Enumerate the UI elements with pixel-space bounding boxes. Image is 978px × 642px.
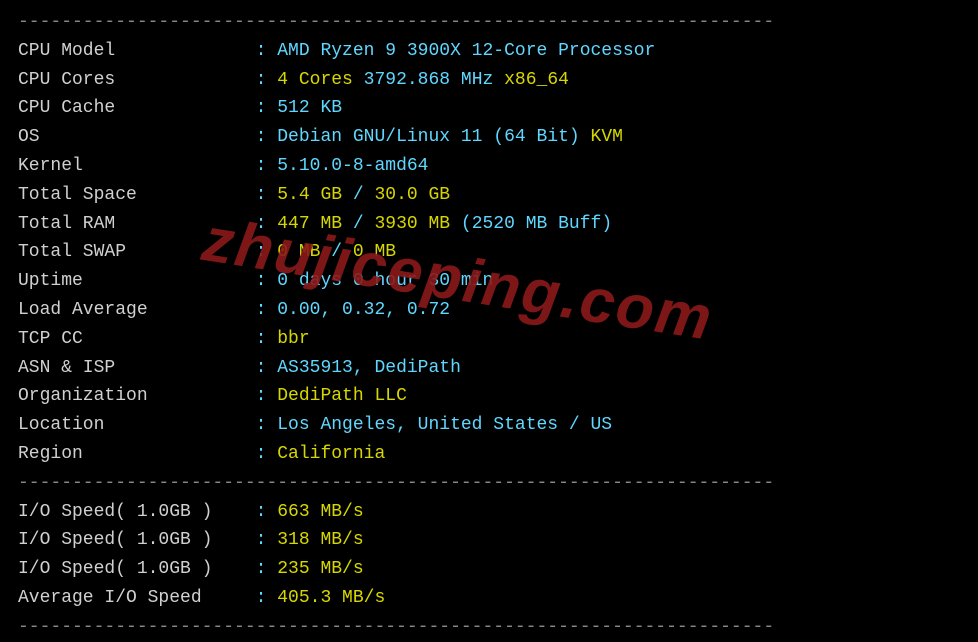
- colon: :: [256, 185, 278, 205]
- iospeed-value: 405.3 MB/s: [277, 588, 385, 608]
- iospeed-value: 318 MB/s: [277, 530, 363, 550]
- sysinfo-value: (2520 MB Buff): [461, 214, 612, 234]
- iospeed-label: Average I/O Speed: [18, 588, 256, 608]
- colon: :: [256, 271, 278, 291]
- iospeed-label: I/O Speed( 1.0GB ): [18, 502, 256, 522]
- sysinfo-row: Total Space : 5.4 GB / 30.0 GB: [18, 181, 960, 210]
- sysinfo-value: 5.4 GB: [277, 185, 353, 205]
- sysinfo-row: Location : Los Angeles, United States / …: [18, 411, 960, 440]
- sysinfo-row: CPU Cores : 4 Cores 3792.868 MHz x86_64: [18, 66, 960, 95]
- sysinfo-value: Debian GNU/Linux 11 (64 Bit): [277, 127, 590, 147]
- sysinfo-value: /: [353, 185, 375, 205]
- sysinfo-label: Total RAM: [18, 214, 256, 234]
- iospeed-value: 663 MB/s: [277, 502, 363, 522]
- sysinfo-value: KVM: [591, 127, 623, 147]
- sysinfo-value: 0 days 0 hour 30 min: [277, 271, 493, 291]
- sysinfo-value: 447 MB: [277, 214, 353, 234]
- sysinfo-row: Uptime : 0 days 0 hour 30 min: [18, 267, 960, 296]
- colon: :: [256, 502, 278, 522]
- sysinfo-row: OS : Debian GNU/Linux 11 (64 Bit) KVM: [18, 123, 960, 152]
- iospeed-value: 235 MB/s: [277, 559, 363, 579]
- sysinfo-value: AMD Ryzen 9 3900X 12-Core Processor: [277, 41, 655, 61]
- sysinfo-label: Total SWAP: [18, 242, 256, 262]
- colon: :: [256, 530, 278, 550]
- sysinfo-row: Total RAM : 447 MB / 3930 MB (2520 MB Bu…: [18, 210, 960, 239]
- sysinfo-value: DediPath LLC: [277, 386, 407, 406]
- iospeed-row: I/O Speed( 1.0GB ) : 663 MB/s: [18, 498, 960, 527]
- sysinfo-label: Uptime: [18, 271, 256, 291]
- colon: :: [256, 588, 278, 608]
- iospeed-row: I/O Speed( 1.0GB ) : 318 MB/s: [18, 526, 960, 555]
- sysinfo-row: Total SWAP : 0 MB / 0 MB: [18, 238, 960, 267]
- sysinfo-value: 3930 MB: [374, 214, 460, 234]
- sysinfo-row: Region : California: [18, 440, 960, 469]
- colon: :: [256, 300, 278, 320]
- sysinfo-label: CPU Cache: [18, 98, 256, 118]
- colon: :: [256, 559, 278, 579]
- colon: :: [256, 444, 278, 464]
- divider-bottom: ----------------------------------------…: [18, 613, 960, 642]
- sysinfo-value: 3792.868 MHz: [364, 70, 504, 90]
- colon: :: [256, 98, 278, 118]
- sysinfo-value: x86_64: [504, 70, 569, 90]
- sysinfo-value: 512 KB: [277, 98, 342, 118]
- sysinfo-block: CPU Model : AMD Ryzen 9 3900X 12-Core Pr…: [18, 37, 960, 469]
- sysinfo-label: Kernel: [18, 156, 256, 176]
- sysinfo-value: bbr: [277, 329, 309, 349]
- colon: :: [256, 242, 278, 262]
- iospeed-block: I/O Speed( 1.0GB ) : 663 MB/sI/O Speed( …: [18, 498, 960, 613]
- sysinfo-value: California: [277, 444, 385, 464]
- colon: :: [256, 358, 278, 378]
- sysinfo-row: Organization : DediPath LLC: [18, 382, 960, 411]
- sysinfo-value: /: [353, 214, 375, 234]
- sysinfo-label: TCP CC: [18, 329, 256, 349]
- divider-mid: ----------------------------------------…: [18, 469, 960, 498]
- sysinfo-value: 4 Cores: [277, 70, 363, 90]
- iospeed-row: I/O Speed( 1.0GB ) : 235 MB/s: [18, 555, 960, 584]
- iospeed-label: I/O Speed( 1.0GB ): [18, 559, 256, 579]
- colon: :: [256, 156, 278, 176]
- sysinfo-row: ASN & ISP : AS35913, DediPath: [18, 354, 960, 383]
- sysinfo-value: AS35913, DediPath: [277, 358, 461, 378]
- sysinfo-value: 30.0 GB: [374, 185, 450, 205]
- sysinfo-label: Load Average: [18, 300, 256, 320]
- sysinfo-value: 0 MB: [353, 242, 396, 262]
- sysinfo-label: CPU Model: [18, 41, 256, 61]
- sysinfo-row: CPU Cache : 512 KB: [18, 94, 960, 123]
- sysinfo-row: TCP CC : bbr: [18, 325, 960, 354]
- sysinfo-label: Organization: [18, 386, 256, 406]
- sysinfo-value: Los Angeles, United States / US: [277, 415, 612, 435]
- sysinfo-label: Total Space: [18, 185, 256, 205]
- colon: :: [256, 41, 278, 61]
- colon: :: [256, 329, 278, 349]
- sysinfo-label: Region: [18, 444, 256, 464]
- sysinfo-row: Load Average : 0.00, 0.32, 0.72: [18, 296, 960, 325]
- divider-top: ----------------------------------------…: [18, 8, 960, 37]
- sysinfo-value: 0.00, 0.32, 0.72: [277, 300, 450, 320]
- colon: :: [256, 415, 278, 435]
- colon: :: [256, 386, 278, 406]
- sysinfo-row: Kernel : 5.10.0-8-amd64: [18, 152, 960, 181]
- colon: :: [256, 70, 278, 90]
- sysinfo-label: Location: [18, 415, 256, 435]
- sysinfo-label: CPU Cores: [18, 70, 256, 90]
- sysinfo-label: ASN & ISP: [18, 358, 256, 378]
- sysinfo-value: 5.10.0-8-amd64: [277, 156, 428, 176]
- colon: :: [256, 127, 278, 147]
- sysinfo-value: 0 MB: [277, 242, 331, 262]
- iospeed-row: Average I/O Speed : 405.3 MB/s: [18, 584, 960, 613]
- sysinfo-row: CPU Model : AMD Ryzen 9 3900X 12-Core Pr…: [18, 37, 960, 66]
- sysinfo-label: OS: [18, 127, 256, 147]
- iospeed-label: I/O Speed( 1.0GB ): [18, 530, 256, 550]
- colon: :: [256, 214, 278, 234]
- sysinfo-value: /: [331, 242, 353, 262]
